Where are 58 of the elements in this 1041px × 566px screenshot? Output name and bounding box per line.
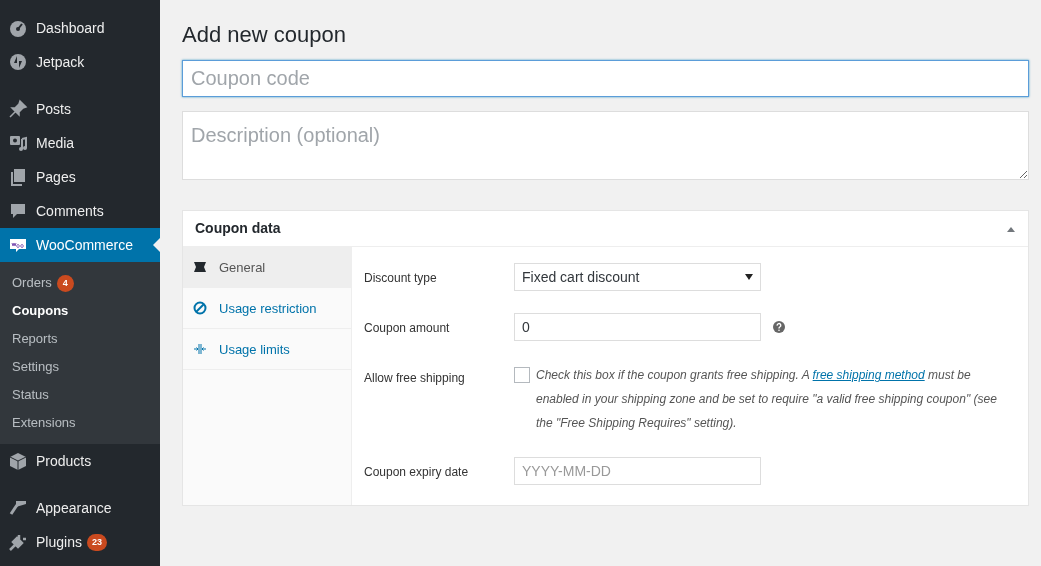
menu-label: Dashboard bbox=[36, 18, 105, 38]
gauge-icon bbox=[8, 18, 28, 38]
menu-item[interactable]: Jetpack bbox=[0, 45, 160, 79]
submenu-item[interactable]: Reports bbox=[0, 325, 160, 353]
menu-label: Products bbox=[36, 451, 92, 471]
submenu-item[interactable]: Status bbox=[0, 381, 160, 409]
field-label: Discount type bbox=[364, 270, 438, 288]
page-title: Add new coupon bbox=[182, 22, 347, 49]
menu-label: Posts bbox=[36, 99, 71, 119]
tab[interactable]: Usage restriction bbox=[183, 288, 351, 330]
arrows-icon bbox=[193, 342, 207, 357]
media-icon bbox=[8, 133, 28, 153]
submenu-item[interactable]: Orders 4 bbox=[0, 269, 160, 297]
menu-item[interactable]: Plugins 23 bbox=[0, 525, 160, 559]
menu-label: WooCommerce bbox=[36, 235, 133, 255]
menu-item[interactable]: Media bbox=[0, 126, 160, 160]
submenu-item[interactable]: Extensions bbox=[0, 409, 160, 437]
tab[interactable]: General bbox=[183, 247, 351, 289]
menu-item[interactable]: Pages bbox=[0, 160, 160, 194]
dropdown[interactable]: Fixed cart discount bbox=[514, 263, 761, 292]
help-icon[interactable] bbox=[773, 321, 785, 334]
pages-icon bbox=[8, 167, 28, 187]
field-label: Allow free shipping bbox=[364, 370, 466, 388]
text-field[interactable]: 0 bbox=[514, 313, 761, 342]
menu-item[interactable]: Products bbox=[0, 444, 160, 478]
menu-label: Pages bbox=[36, 167, 76, 187]
menu-label: Appearance bbox=[36, 498, 112, 518]
coupon-code-field[interactable]: Coupon code bbox=[182, 60, 1029, 98]
description-text: Check this box if the coupon grants free shipping. A free shipping method must be enabled in your shipping zone and be set to require "a valid free shipping coupon" (see the "Free Shipping Requires" setting). bbox=[536, 367, 998, 433]
submenu-item[interactable]: Coupons bbox=[0, 297, 160, 325]
menu-item[interactable]: Posts bbox=[0, 92, 160, 126]
field-label: Coupon amount bbox=[364, 320, 451, 338]
lightning-icon bbox=[8, 52, 28, 72]
menu-item[interactable]: Dashboard bbox=[0, 11, 160, 45]
pin-icon bbox=[8, 99, 28, 119]
menu-item[interactable]: Comments bbox=[0, 194, 160, 228]
menu-item[interactable]: WooCommerce bbox=[0, 228, 160, 262]
menu-label: Comments bbox=[36, 201, 104, 221]
prohibited-icon bbox=[193, 301, 207, 316]
caret-icon bbox=[745, 274, 753, 281]
plug-icon bbox=[8, 532, 28, 552]
tab[interactable]: Usage limits bbox=[183, 329, 351, 371]
text-field[interactable]: YYYY-MM-DD bbox=[514, 457, 761, 486]
checkbox[interactable] bbox=[514, 367, 530, 384]
menu-item[interactable]: Appearance bbox=[0, 491, 160, 525]
menu-label: Media bbox=[36, 133, 75, 153]
description-field[interactable]: Description (optional) bbox=[182, 111, 1029, 181]
shipping-method-link[interactable]: free shipping method bbox=[812, 368, 925, 383]
field-label: Coupon expiry date bbox=[364, 464, 470, 482]
count-badge: 23 bbox=[86, 533, 107, 551]
ticket-icon bbox=[193, 260, 207, 275]
menu-label: Plugins bbox=[36, 532, 82, 552]
menu-label: Jetpack bbox=[36, 52, 85, 72]
box-icon bbox=[8, 451, 28, 471]
submenu-item[interactable]: Settings bbox=[0, 353, 160, 381]
panel-title: Coupon data bbox=[195, 219, 281, 239]
speech-bubble-icon bbox=[8, 201, 28, 221]
count-badge: 4 bbox=[56, 275, 74, 293]
